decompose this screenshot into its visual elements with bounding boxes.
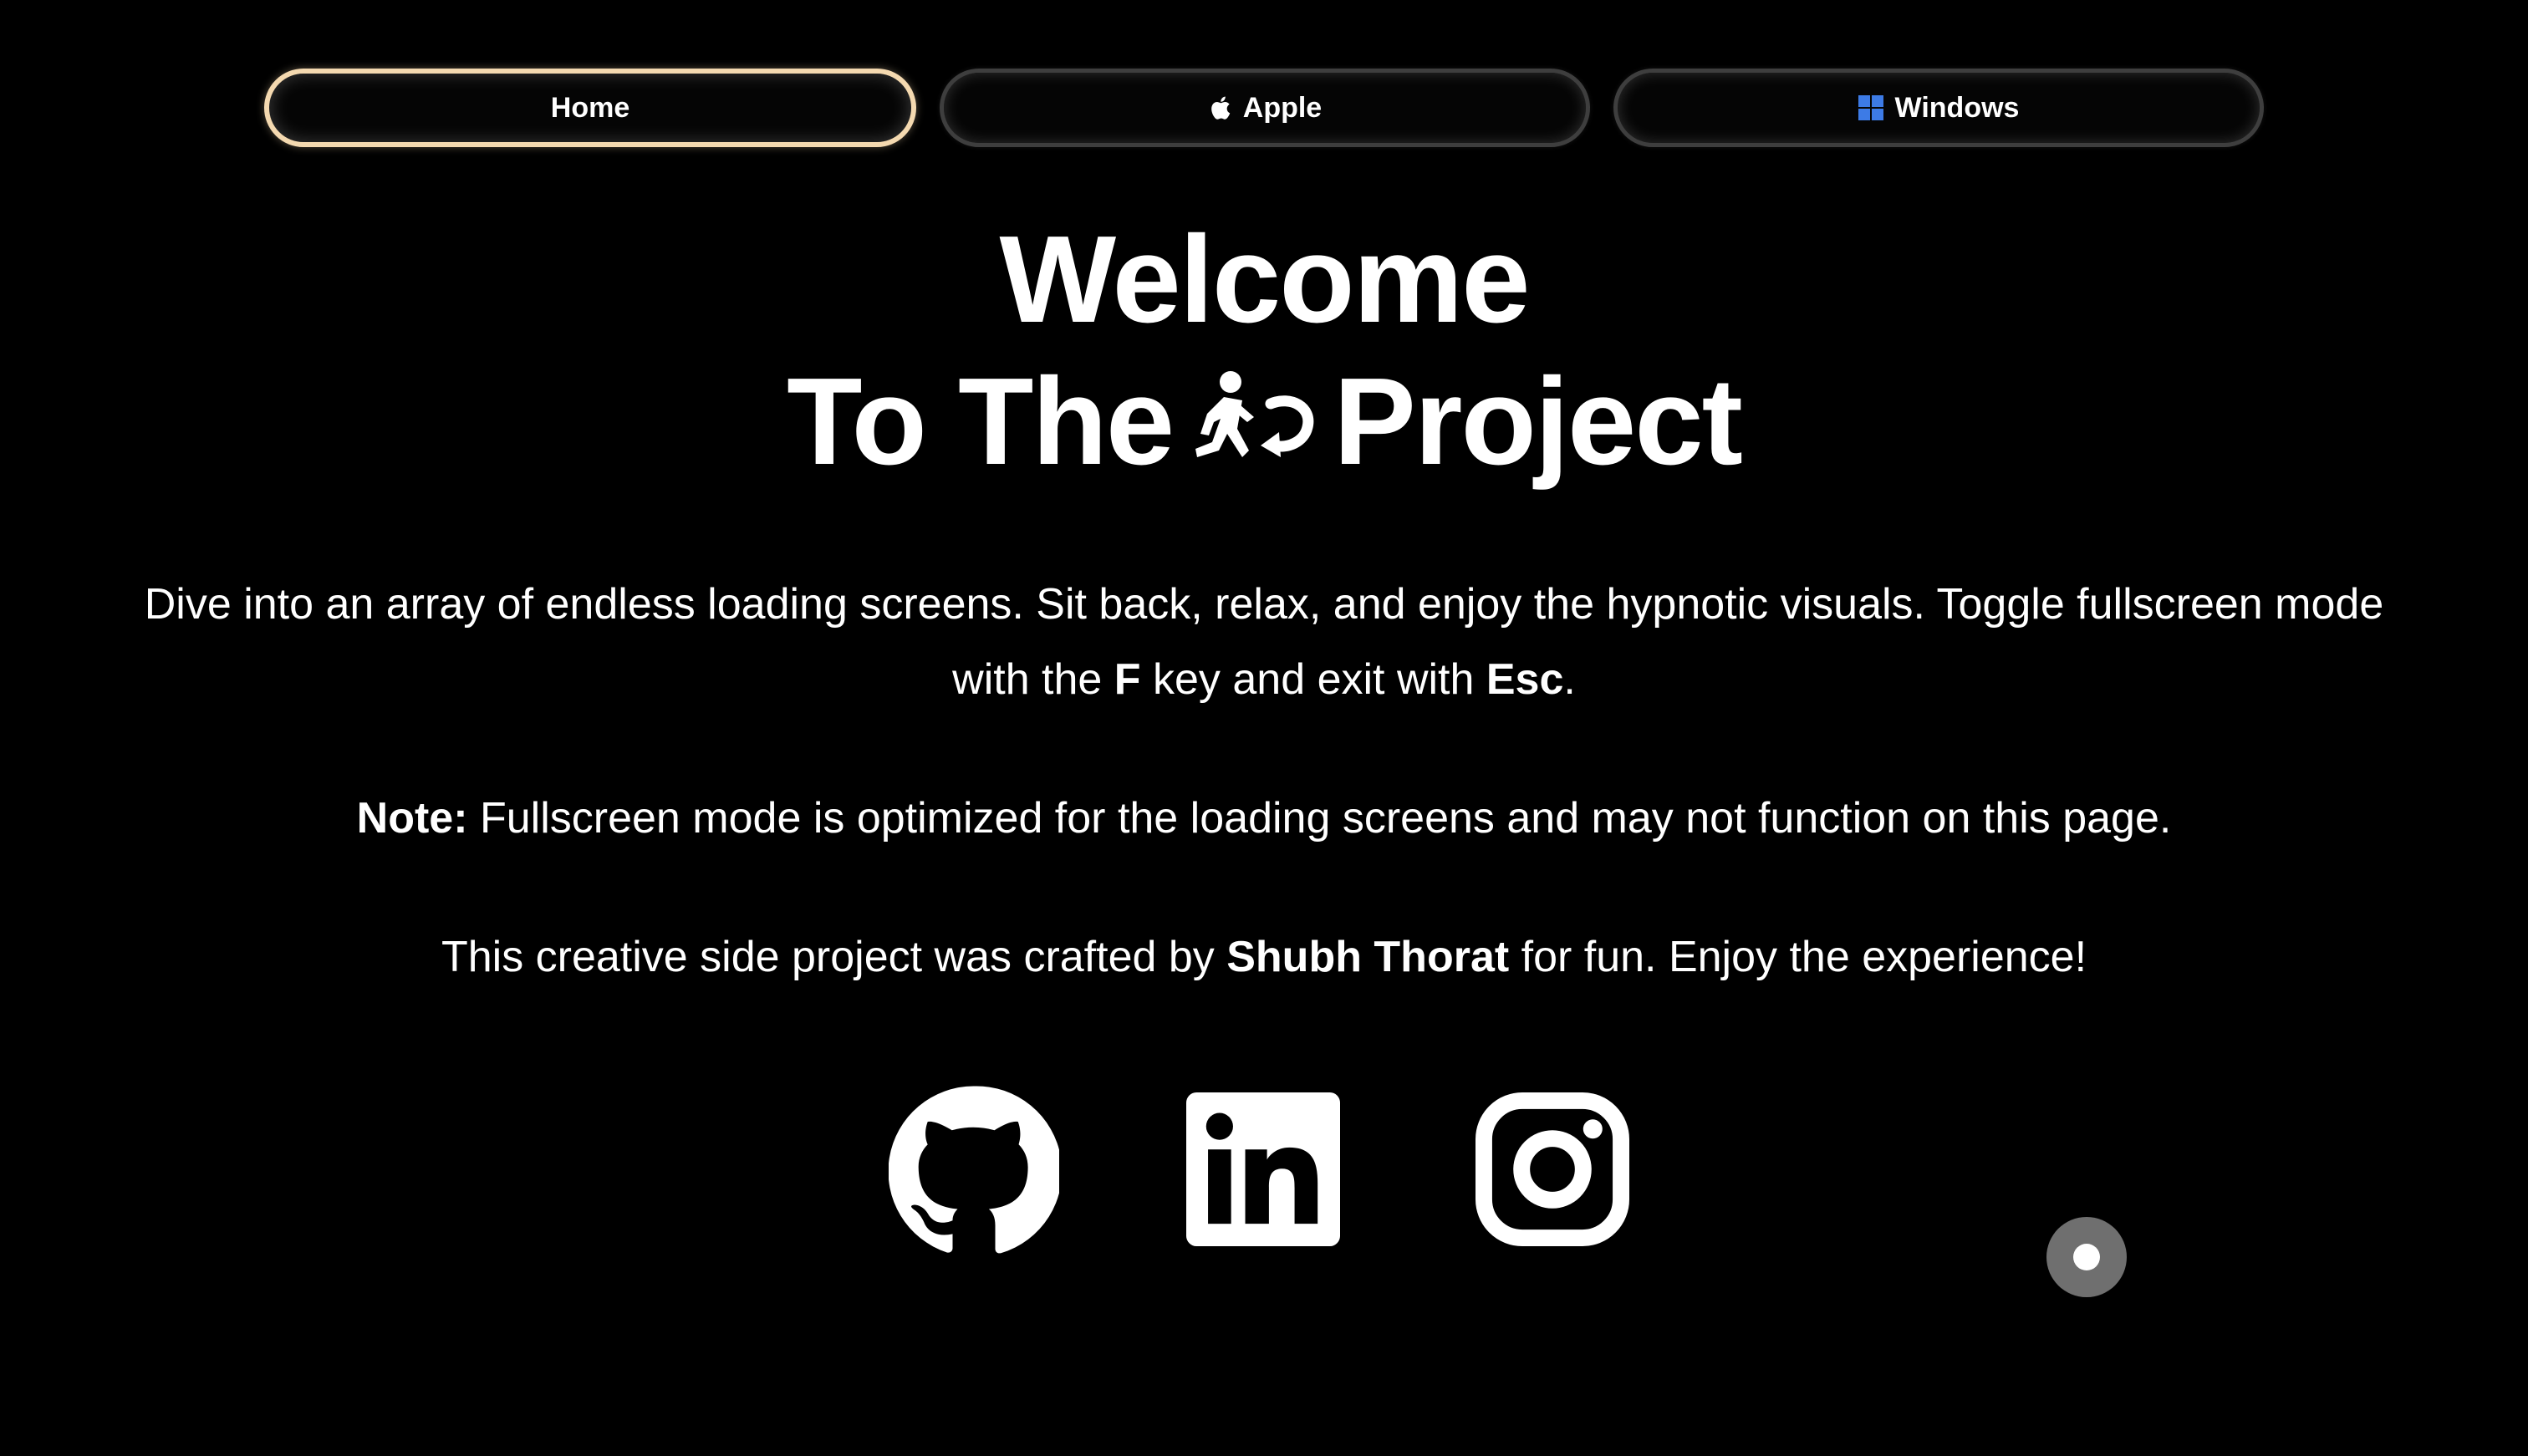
nav-home-button[interactable]: Home — [264, 69, 916, 147]
nav-apple-button[interactable]: Apple — [940, 69, 1590, 147]
intro-paragraph: Dive into an array of endless loading sc… — [134, 567, 2394, 717]
note-label: Note: — [356, 794, 468, 843]
apple-icon — [1208, 94, 1231, 121]
intro-text-3: . — [1563, 655, 1576, 704]
credit-text-1: This creative side project was crafted b… — [441, 933, 1227, 981]
page-title: Welcome To The Project — [0, 209, 2528, 493]
toggle-dot-icon — [2073, 1244, 2100, 1270]
note-paragraph: Note: Fullscreen mode is optimized for t… — [134, 781, 2394, 856]
page: Home Apple Windows Welcome To The Projec… — [0, 0, 2528, 1456]
linkedin-link[interactable] — [1175, 1083, 1351, 1259]
key-f: F — [1114, 655, 1141, 704]
nav-windows-button[interactable]: Windows — [1613, 69, 2264, 147]
key-esc: Esc — [1486, 655, 1564, 704]
nav-home-label: Home — [550, 91, 630, 124]
instagram-icon — [1475, 1092, 1629, 1250]
title-project: Project — [1333, 353, 1743, 491]
nav-windows-label: Windows — [1894, 91, 2020, 124]
intro-text-2: key and exit with — [1140, 655, 1486, 704]
title-welcome: Welcome — [999, 211, 1530, 349]
top-nav: Home Apple Windows — [264, 69, 2264, 147]
credit-text-2: for fun. Enjoy the experience! — [1509, 933, 2087, 981]
floating-toggle-button[interactable] — [2046, 1217, 2127, 1297]
credit-paragraph: This creative side project was crafted b… — [134, 919, 2394, 995]
instagram-link[interactable] — [1465, 1083, 1640, 1259]
github-link[interactable] — [886, 1083, 1063, 1259]
title-line-2: To The Project — [0, 351, 2528, 493]
running-person-loop-icon — [1178, 368, 1328, 476]
author-name: Shubh Thorat — [1226, 933, 1510, 981]
nav-apple-label: Apple — [1242, 91, 1323, 124]
note-text: Fullscreen mode is optimized for the loa… — [467, 794, 2172, 843]
title-to-the: To The — [787, 353, 1175, 491]
linkedin-icon — [1186, 1092, 1340, 1250]
github-icon — [888, 1084, 1063, 1259]
title-line-1: Welcome — [0, 209, 2528, 351]
windows-icon — [1858, 95, 1883, 120]
